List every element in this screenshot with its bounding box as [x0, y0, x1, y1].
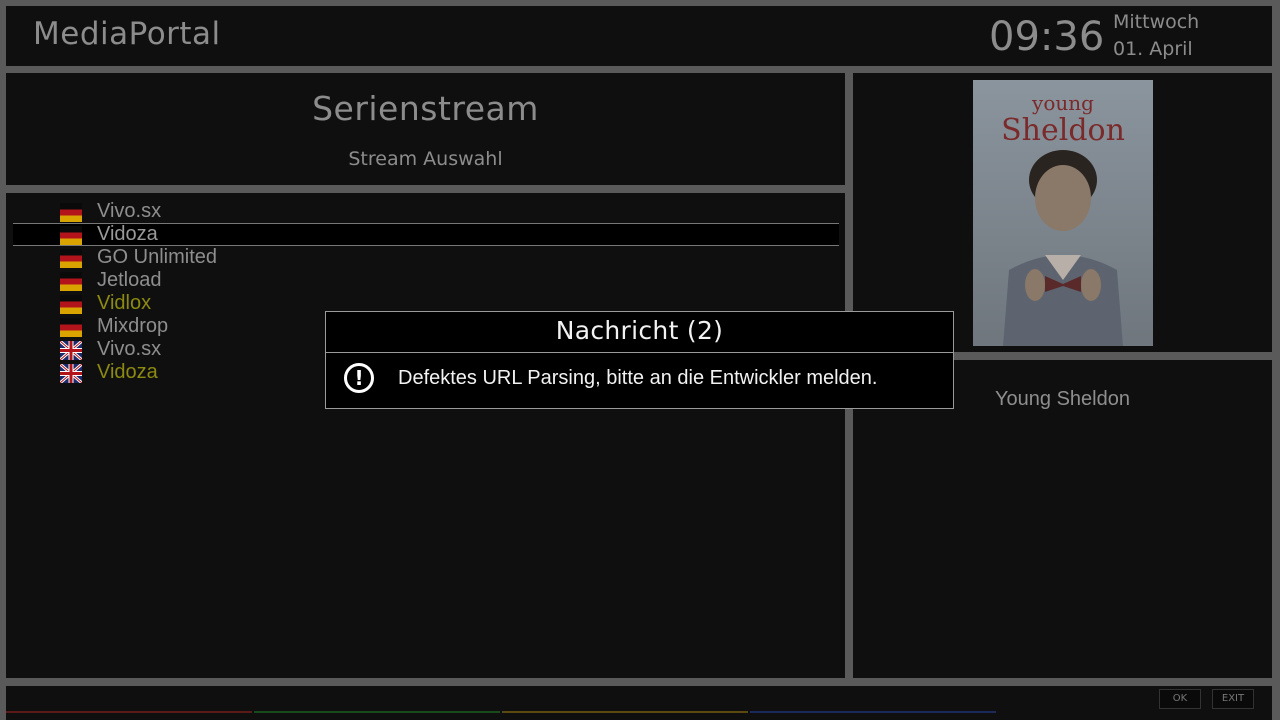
stream-label: Vidlox: [97, 292, 152, 314]
weekday: Mittwoch: [1113, 11, 1200, 33]
stream-item-vivo-de[interactable]: Vivo.sx: [13, 200, 839, 224]
de-flag-icon: [60, 295, 82, 314]
uk-flag-icon: [60, 364, 82, 383]
dialog-message: Defektes URL Parsing, bitte an die Entwi…: [398, 367, 878, 389]
yellow-key-bar: [502, 711, 748, 713]
page-subtitle: Stream Auswahl: [348, 148, 503, 170]
footer-bar: OK EXIT: [6, 686, 1272, 720]
message-dialog: Nachricht (2) ! Defektes URL Parsing, bi…: [325, 311, 954, 409]
uk-flag-icon: [60, 341, 82, 360]
exclamation-icon: !: [344, 363, 374, 393]
red-key-bar: [6, 711, 252, 713]
stream-list: Vivo.sx Vidoza GO Unlimited Jetload Vidl…: [6, 193, 845, 678]
stream-item-gounlimited-de[interactable]: GO Unlimited: [13, 246, 839, 270]
header-bar: MediaPortal 09:36 Mittwoch 01. April: [6, 6, 1272, 66]
blue-key-bar: [750, 711, 996, 713]
stream-label: Vivo.sx: [97, 200, 162, 222]
exit-button[interactable]: EXIT: [1212, 689, 1254, 709]
green-key-bar: [254, 711, 500, 713]
stream-label: Vidoza: [97, 223, 158, 245]
stream-label: Vivo.sx: [97, 338, 162, 360]
stream-item-jetload-de[interactable]: Jetload: [13, 269, 839, 293]
stream-label: Jetload: [97, 269, 162, 291]
cover-logo-line2: Sheldon: [1001, 113, 1125, 148]
de-flag-icon: [60, 203, 82, 222]
stream-item-vidoza-de[interactable]: Vidoza: [13, 223, 839, 246]
clock: 09:36: [989, 14, 1105, 60]
dialog-title: Nachricht (2): [555, 316, 724, 345]
de-flag-icon: [60, 272, 82, 291]
de-flag-icon: [60, 226, 82, 245]
cover-logo-line1: young: [1031, 91, 1094, 115]
stream-label: GO Unlimited: [97, 246, 218, 268]
stream-label: Vidoza: [97, 361, 158, 383]
stream-label: Mixdrop: [97, 315, 169, 337]
cover-image: young Sheldon: [973, 80, 1153, 346]
date: 01. April: [1113, 38, 1193, 60]
dialog-divider: [326, 352, 953, 353]
de-flag-icon: [60, 318, 82, 337]
title-panel: Serienstream Stream Auswahl: [6, 73, 845, 185]
ok-button[interactable]: OK: [1159, 689, 1201, 709]
de-flag-icon: [60, 249, 82, 268]
app-title: MediaPortal: [33, 16, 221, 52]
page-title: Serienstream: [312, 89, 539, 128]
